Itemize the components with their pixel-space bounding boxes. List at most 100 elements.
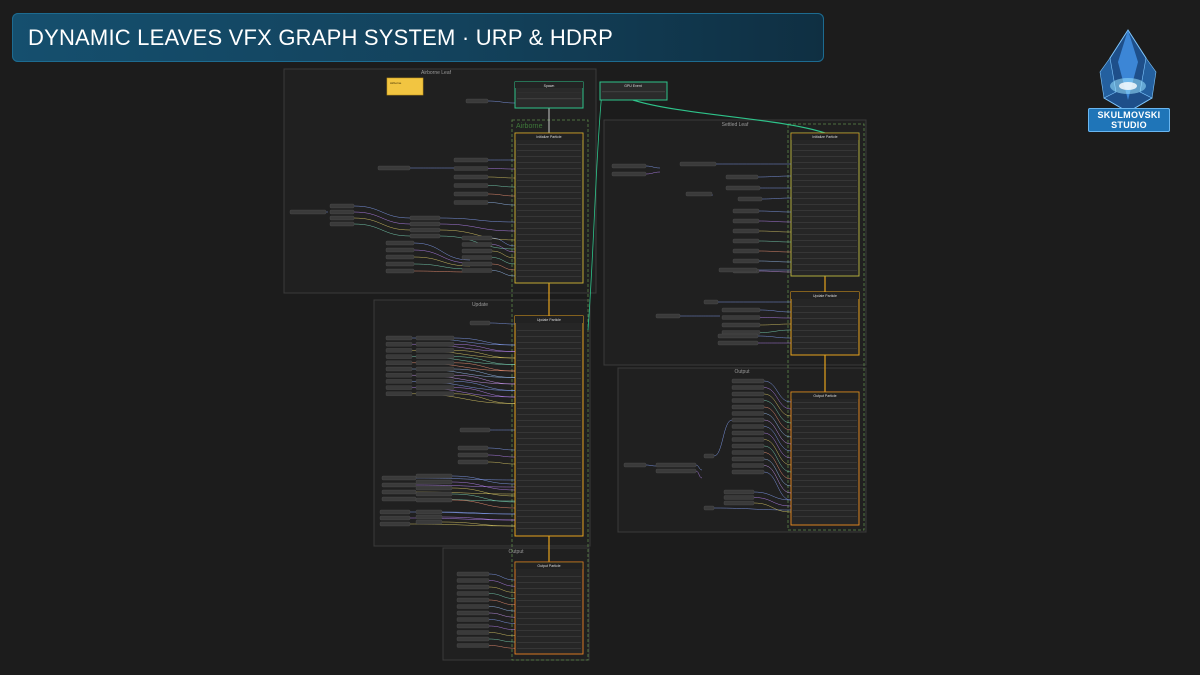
property-node[interactable] xyxy=(723,495,755,500)
property-node[interactable] xyxy=(703,453,715,459)
property-node[interactable] xyxy=(456,610,490,616)
property-node[interactable] xyxy=(453,183,489,188)
property-node[interactable] xyxy=(329,215,355,221)
property-node[interactable] xyxy=(385,254,415,260)
property-node[interactable] xyxy=(289,209,327,215)
property-node[interactable] xyxy=(731,450,765,455)
property-node[interactable] xyxy=(717,340,759,346)
property-node[interactable] xyxy=(737,196,763,202)
property-node[interactable] xyxy=(717,333,759,339)
property-node[interactable] xyxy=(461,235,493,241)
property-node[interactable] xyxy=(731,437,765,442)
property-node[interactable] xyxy=(723,500,755,506)
property-node[interactable] xyxy=(385,348,413,353)
property-node[interactable] xyxy=(409,227,441,233)
property-node[interactable] xyxy=(456,584,490,590)
property-node[interactable] xyxy=(415,354,455,359)
property-node[interactable] xyxy=(703,505,715,511)
property-node[interactable] xyxy=(459,427,491,433)
property-node[interactable] xyxy=(731,456,765,462)
property-node[interactable] xyxy=(732,218,760,224)
property-node[interactable] xyxy=(725,185,761,191)
property-node[interactable] xyxy=(409,233,441,239)
property-node[interactable] xyxy=(385,360,413,365)
property-node[interactable] xyxy=(379,515,411,521)
property-node[interactable] xyxy=(732,248,760,254)
property-node[interactable] xyxy=(329,221,355,227)
property-node[interactable] xyxy=(415,366,455,372)
property-node[interactable] xyxy=(377,165,411,171)
property-node[interactable] xyxy=(456,591,490,596)
property-node[interactable] xyxy=(456,630,490,635)
property-node[interactable] xyxy=(456,617,490,622)
property-node[interactable] xyxy=(385,379,413,384)
property-node[interactable] xyxy=(415,497,453,503)
property-node[interactable] xyxy=(415,473,453,479)
property-node[interactable] xyxy=(385,354,413,359)
property-node[interactable] xyxy=(415,379,455,384)
property-node[interactable] xyxy=(457,452,489,458)
property-node[interactable] xyxy=(456,571,490,577)
property-node[interactable] xyxy=(461,261,493,267)
property-node[interactable] xyxy=(385,335,413,341)
property-node[interactable] xyxy=(385,240,415,246)
property-node[interactable] xyxy=(461,268,493,273)
property-node[interactable] xyxy=(381,482,417,488)
property-node[interactable] xyxy=(456,636,490,642)
property-node[interactable] xyxy=(415,491,453,497)
property-node[interactable] xyxy=(721,322,761,328)
property-node[interactable] xyxy=(415,514,443,520)
property-node[interactable] xyxy=(461,255,493,260)
property-node[interactable] xyxy=(453,174,489,180)
property-node[interactable] xyxy=(453,166,489,171)
property-node[interactable] xyxy=(731,411,765,416)
property-node[interactable] xyxy=(456,643,490,648)
property-node[interactable] xyxy=(731,469,765,475)
property-node[interactable] xyxy=(611,163,647,169)
property-node[interactable] xyxy=(731,378,765,384)
property-node[interactable] xyxy=(415,335,455,341)
property-node[interactable] xyxy=(721,315,761,320)
property-node[interactable] xyxy=(385,385,413,390)
property-node[interactable] xyxy=(415,519,443,525)
property-node[interactable] xyxy=(385,342,413,347)
property-node[interactable] xyxy=(718,267,758,273)
property-node[interactable] xyxy=(732,238,760,244)
property-node[interactable] xyxy=(723,489,755,495)
property-node[interactable] xyxy=(453,191,489,197)
property-node[interactable] xyxy=(685,191,713,197)
property-node[interactable] xyxy=(415,385,455,390)
property-node[interactable] xyxy=(456,578,490,583)
property-node[interactable] xyxy=(379,509,411,515)
property-node[interactable] xyxy=(456,604,490,609)
vfx-graph-canvas[interactable]: Airborne Leaf Update Output Settled Leaf… xyxy=(0,0,1200,675)
property-node[interactable] xyxy=(461,248,493,254)
property-node[interactable] xyxy=(385,247,415,253)
property-node[interactable] xyxy=(469,320,491,326)
property-node[interactable] xyxy=(415,373,455,378)
property-node[interactable] xyxy=(456,623,490,629)
property-node[interactable] xyxy=(732,228,760,234)
property-node[interactable] xyxy=(385,366,413,372)
property-node[interactable] xyxy=(409,215,441,221)
property-node[interactable] xyxy=(731,424,765,429)
property-node[interactable] xyxy=(456,597,490,603)
property-node[interactable] xyxy=(415,509,443,515)
property-node[interactable] xyxy=(623,462,647,468)
property-node[interactable] xyxy=(385,261,415,267)
property-node[interactable] xyxy=(731,430,765,436)
property-node[interactable] xyxy=(415,391,455,396)
property-node[interactable] xyxy=(655,462,697,468)
property-node[interactable] xyxy=(721,307,761,313)
property-node[interactable] xyxy=(731,404,765,410)
property-node[interactable] xyxy=(409,221,441,227)
property-node[interactable] xyxy=(461,242,493,247)
property-node[interactable] xyxy=(415,360,455,365)
property-node[interactable] xyxy=(415,342,455,347)
property-node[interactable] xyxy=(732,208,760,214)
property-node[interactable] xyxy=(415,348,455,353)
property-node[interactable] xyxy=(415,479,453,485)
property-node[interactable] xyxy=(415,485,453,491)
property-node[interactable] xyxy=(679,161,717,167)
property-node[interactable] xyxy=(381,489,417,495)
